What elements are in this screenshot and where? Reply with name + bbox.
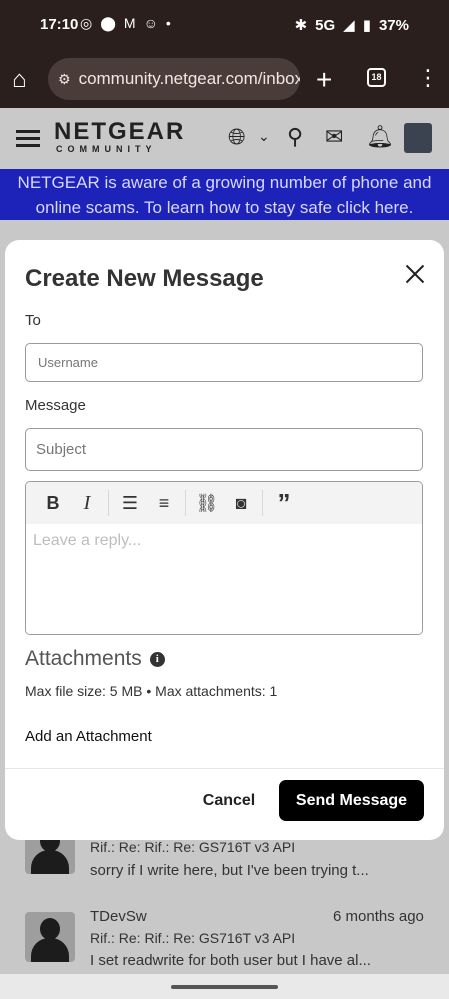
message-snippet[interactable]: sorry if I write here, but I've been try… [90,862,369,879]
message-time: 6 months ago [333,908,424,925]
location-icon: ⬤ [100,15,116,31]
dot-icon: • [165,15,171,31]
create-message-dialog: Create New Message To Message B I ☰ ≡ ⛓ … [5,240,444,840]
numbered-list-icon[interactable]: ≡ [147,488,181,518]
avatar[interactable] [404,123,432,153]
clock: 17:10 [40,16,79,33]
status-bar: 17:10 ◎ ⬤ M ☺ • ✱ 5G ◢ ▮ 37% [0,0,449,50]
toolbar-divider [262,490,263,516]
search-icon[interactable]: ⚲ [287,124,303,150]
chevron-down-icon[interactable]: ⌄ [258,128,270,145]
camera-icon[interactable]: ◙ [224,488,258,518]
attachments-heading: Attachments i [25,647,165,671]
home-handle[interactable] [171,985,278,989]
gmail-icon: M [123,15,136,31]
menu-icon[interactable]: ⋮ [417,65,439,91]
netgear-logo[interactable]: NETGEAR COMMUNITY [54,118,186,155]
toolbar-divider [185,490,186,516]
to-label: To [25,312,41,329]
message-editor: B I ☰ ≡ ⛓ ◙ ” [25,481,423,635]
bell-icon[interactable]: 🔔︎ [366,124,394,150]
scam-warning-banner[interactable]: NETGEAR is aware of a growing number of … [0,169,449,220]
close-icon[interactable] [403,262,427,286]
bold-button[interactable]: B [36,488,70,518]
mail-icon[interactable]: ✉ [325,124,343,150]
address-bar[interactable]: ⚙ community.netgear.com/inbox [48,58,300,100]
app-icon: ☺ [143,15,158,31]
add-attachment-link[interactable]: Add an Attachment [25,728,152,745]
info-icon[interactable]: i [149,651,165,667]
whatsapp-icon: ◎ [80,15,93,31]
editor-toolbar: B I ☰ ≡ ⛓ ◙ ” [26,482,422,524]
brand-sub: COMMUNITY [56,144,157,154]
message-subject[interactable]: Rif.: Re: Rif.: Re: GS716T v3 API [90,930,295,946]
dialog-title: Create New Message [25,265,264,292]
attachments-title: Attachments [25,647,142,670]
battery-label: 37% [378,16,409,34]
home-icon[interactable]: ⌂ [12,66,27,94]
user-avatar [25,912,75,962]
gesture-nav-bar [0,974,449,999]
url-text: community.netgear.com/inbox [78,69,300,88]
hamburger-icon[interactable] [16,130,40,147]
bluetooth-icon: ✱ [294,17,308,34]
message-subject[interactable]: Rif.: Re: Rif.: Re: GS716T v3 API [90,839,295,855]
subject-input[interactable] [25,428,423,471]
username-input[interactable] [25,343,423,382]
new-tab-icon[interactable]: + [316,64,332,96]
battery-icon: ▮ [362,17,371,34]
system-icons: ✱ 5G ◢ ▮ 37% [294,16,409,35]
globe-icon[interactable]: 🌐︎ [228,124,246,150]
cancel-button[interactable]: Cancel [189,781,269,821]
message-author[interactable]: TDevSw [90,908,147,925]
toolbar-divider [108,490,109,516]
message-snippet[interactable]: I set readwrite for both user but I have… [90,952,371,969]
italic-button[interactable]: I [70,488,104,518]
site-settings-icon[interactable]: ⚙ [58,71,71,88]
notification-icons: ◎ ⬤ M ☺ • [80,15,171,32]
signal-label: 5G [315,16,336,34]
attachments-limits: Max file size: 5 MB • Max attachments: 1 [25,683,278,699]
message-label: Message [25,397,86,414]
tab-switcher-button[interactable]: 18 [367,68,386,87]
divider [5,768,444,769]
signal-icon: ◢ [343,17,355,34]
brand-name: NETGEAR [54,118,186,145]
quote-icon[interactable]: ” [267,488,301,518]
send-message-button[interactable]: Send Message [279,780,424,821]
link-icon[interactable]: ⛓ [190,488,224,518]
reply-textarea[interactable] [26,524,422,634]
bullet-list-icon[interactable]: ☰ [113,488,147,518]
